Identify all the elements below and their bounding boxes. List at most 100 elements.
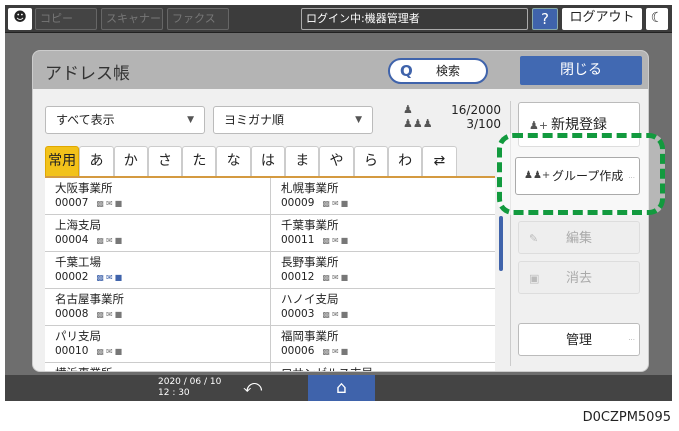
index-tab[interactable]: あ [79, 146, 114, 176]
search-label: 検索 [436, 64, 461, 78]
sort-select[interactable]: ヨミガナ順 ▼ [213, 106, 373, 134]
index-tab[interactable]: は [250, 146, 286, 176]
destination-type-icons: ▩✉■ [322, 236, 351, 245]
create-group-label: グループ作成 [552, 169, 624, 183]
index-tab[interactable]: や [319, 146, 354, 176]
manage-button[interactable]: 管理... [518, 323, 640, 356]
scrollbar[interactable] [499, 216, 503, 271]
list-item[interactable]: ハノイ支局 00003 ▩✉■ [271, 289, 495, 326]
index-tab[interactable]: わ [387, 146, 423, 176]
entry-name: 千葉事業所 [281, 218, 339, 232]
page-title: アドレス帳 [45, 64, 130, 84]
entry-id: 00010 [55, 345, 89, 357]
delete-button[interactable]: ▣ 消去 [518, 261, 640, 294]
home-icon: ⌂ [336, 378, 347, 398]
scanner-tab[interactable]: スキャナー [101, 8, 163, 30]
entry-id: 00009 [281, 197, 315, 209]
user-icon[interactable]: ☻ [8, 8, 32, 30]
create-group-button[interactable]: ♟♟+ グループ作成... [515, 157, 640, 195]
list-item[interactable]: 名古屋事業所 00008 ▩✉■ [45, 289, 270, 326]
destination-type-icons: ▩✉■ [96, 347, 125, 356]
entry-name: 札幌事業所 [281, 181, 339, 195]
entry-name: 福岡事業所 [281, 329, 339, 343]
entry-counts: ♟ 16/2000 ♟♟♟ 3/100 [397, 103, 501, 131]
index-tab[interactable]: た [182, 146, 217, 176]
list-item[interactable]: 札幌事業所 00009 ▩✉■ [271, 178, 495, 215]
list-item[interactable]: 福岡事業所 00006 ▩✉■ [271, 326, 495, 363]
more-indicator: ... [628, 172, 635, 180]
list-item[interactable]: 千葉工場 00002 ▩✉■ [45, 252, 270, 289]
edit-label: 編集 [565, 231, 592, 246]
fax-tab[interactable]: ファクス [167, 8, 229, 30]
panel-header: アドレス帳 Q 検索 閉じる [33, 51, 648, 89]
home-button[interactable]: ⌂ [308, 375, 375, 401]
bottom-bar: 2020 / 06 / 10 12 : 30 ⤺ ⌂ [5, 375, 672, 401]
logout-button[interactable]: ログアウト [562, 8, 642, 30]
entry-id: 00008 [55, 308, 89, 320]
pencil-icon: ✎ [529, 232, 539, 245]
chevron-down-icon: ▼ [355, 115, 362, 125]
manage-label: 管理 [565, 333, 592, 348]
entry-id: 00004 [55, 234, 89, 246]
figure-code: D0CZPM5095 [582, 410, 671, 425]
chevron-down-icon: ▼ [187, 115, 194, 125]
display-filter-select[interactable]: すべて表示 ▼ [45, 106, 205, 134]
list-item[interactable]: 横浜事業所 [45, 363, 270, 371]
entry-id: 00012 [281, 271, 315, 283]
back-icon[interactable]: ⤺ [243, 376, 262, 397]
help-button[interactable]: ? [532, 8, 558, 30]
index-tab[interactable]: 常用 [45, 146, 80, 176]
entry-name: 千葉工場 [55, 255, 101, 269]
close-button[interactable]: 閉じる [520, 56, 642, 85]
entry-name: パリ支局 [55, 329, 101, 343]
index-tabs: 常用あかさたなはまやらわ ⇄ [45, 146, 457, 176]
destination-type-icons: ▩✉■ [96, 236, 125, 245]
index-tab[interactable]: か [113, 146, 148, 176]
destination-type-icons: ▩✉■ [96, 273, 125, 282]
user-icon: ♟ [403, 103, 413, 116]
entry-name: 上海支局 [55, 218, 101, 232]
energy-saver-button[interactable]: ☾ [646, 8, 668, 30]
trash-icon: ▣ [529, 272, 540, 285]
list-item[interactable]: 大阪事業所 00007 ▩✉■ [45, 178, 270, 215]
search-button[interactable]: Q 検索 [388, 58, 488, 84]
more-indicator: ... [628, 334, 635, 342]
address-list: 大阪事業所 00007 ▩✉■ 札幌事業所 00009 ▩✉■ 上海支局 00004 ▩✉■ 千葉… [45, 176, 495, 371]
entry-id: 00007 [55, 197, 89, 209]
entry-id: 00003 [281, 308, 315, 320]
search-icon: Q [400, 62, 413, 80]
index-tab[interactable]: ま [285, 146, 320, 176]
group-icon: ♟♟♟ [403, 117, 433, 130]
entry-name: 大阪事業所 [55, 181, 113, 195]
entry-name: 名古屋事業所 [55, 292, 124, 306]
date: 2020 / 06 / 10 [158, 377, 222, 387]
display-filter-value: すべて表示 [56, 113, 115, 127]
entry-name: 横浜事業所 [55, 365, 270, 371]
index-tab[interactable]: さ [147, 146, 183, 176]
delete-label: 消去 [565, 271, 592, 286]
copy-tab[interactable]: コピー [35, 8, 97, 30]
list-item[interactable]: 上海支局 00004 ▩✉■ [45, 215, 270, 252]
destination-type-icons: ▩✉■ [322, 199, 351, 208]
edit-button[interactable]: ✎ 編集 [518, 221, 640, 254]
time: 12 : 30 [158, 388, 190, 398]
datetime: 2020 / 06 / 10 12 : 30 [158, 377, 221, 399]
entry-name: ロサンゼルス支局 [281, 365, 495, 371]
entry-name: ハノイ支局 [281, 292, 339, 306]
top-bar: ☻ コピー スキャナー ファクス ログイン中:機器管理者 ? ログアウト ☾ [5, 5, 672, 33]
destination-type-icons: ▩✉■ [322, 273, 351, 282]
list-item[interactable]: 長野事業所 00012 ▩✉■ [271, 252, 495, 289]
index-tab[interactable]: な [216, 146, 251, 176]
new-entry-label: 新規登録 [551, 117, 607, 133]
list-item[interactable]: パリ支局 00010 ▩✉■ [45, 326, 270, 363]
sort-value: ヨミガナ順 [224, 113, 285, 127]
add-group-icon: ♟♟+ [524, 170, 551, 181]
index-tab[interactable]: ⇄ [422, 146, 457, 176]
entry-id: 00002 [55, 271, 89, 283]
entry-id: 00011 [281, 234, 315, 246]
entry-id: 00006 [281, 345, 315, 357]
list-item[interactable]: ロサンゼルス支局 [271, 363, 495, 371]
login-status[interactable]: ログイン中:機器管理者 [301, 8, 528, 30]
index-tab[interactable]: ら [353, 146, 388, 176]
list-item[interactable]: 千葉事業所 00011 ▩✉■ [271, 215, 495, 252]
